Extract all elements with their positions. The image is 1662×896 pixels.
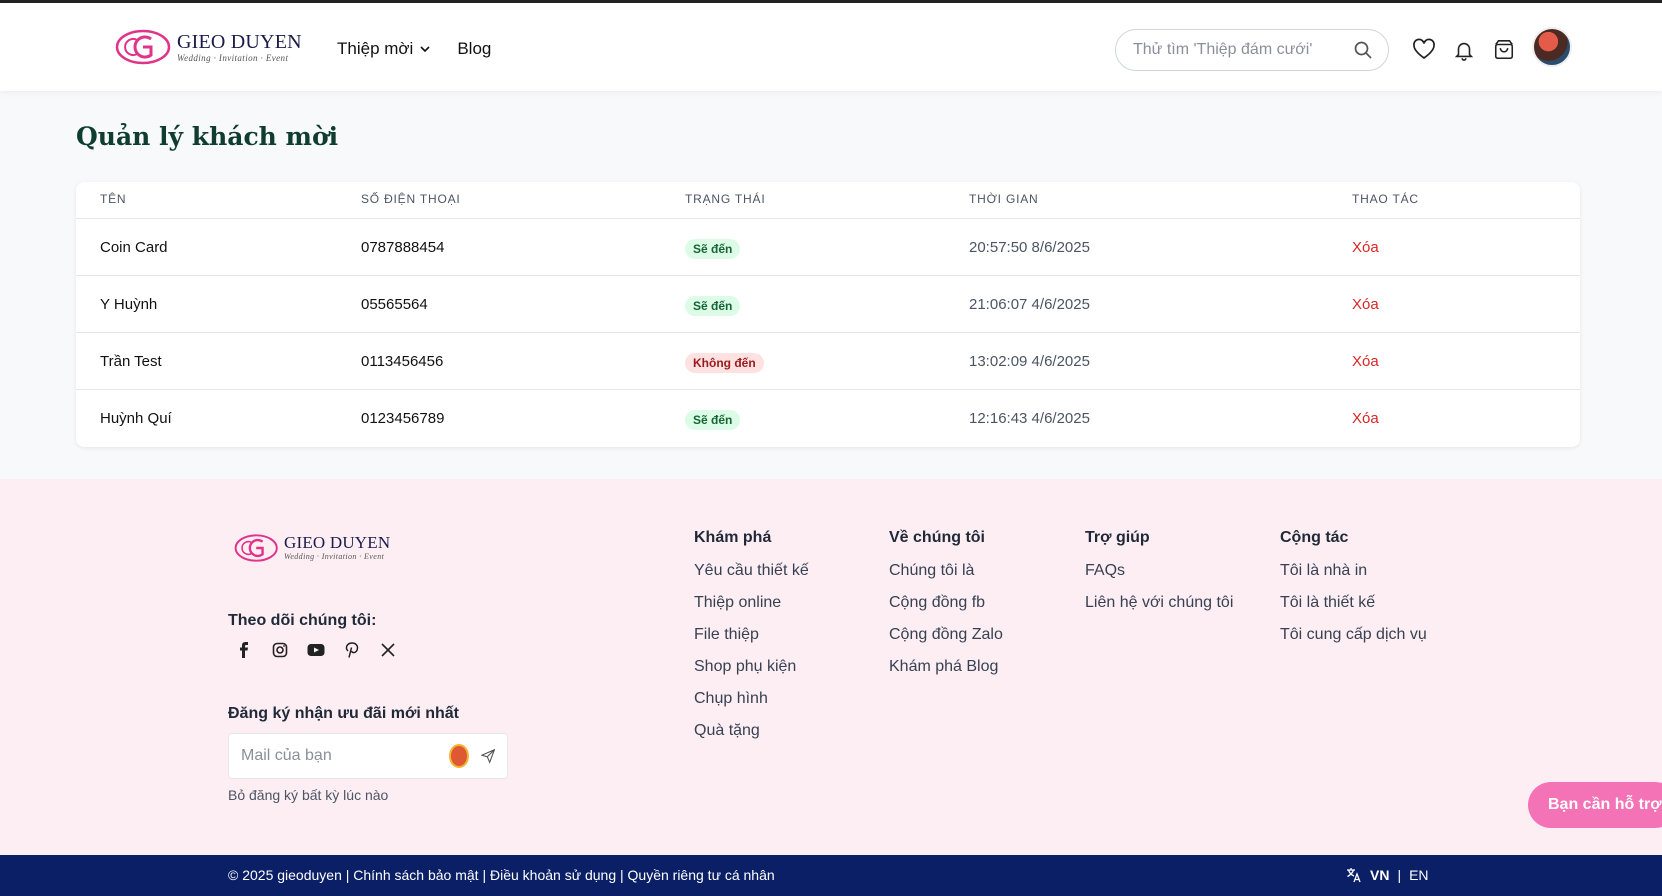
table-header: TÊN SỐ ĐIỆN THOẠI TRẠNG THÁI THỜI GIAN T… [76, 182, 1580, 219]
guest-time: 21:06:07 4/6/2025 [969, 296, 1090, 313]
guest-time: 12:16:43 4/6/2025 [969, 410, 1090, 427]
footer-column-title: Về chúng tôi [889, 529, 985, 546]
footer-link[interactable]: File thiệp [694, 625, 809, 645]
page-title: Quản lý khách mời [76, 122, 339, 151]
footer-link[interactable]: Liên hệ với chúng tôi [1085, 593, 1233, 613]
chevron-down-icon [420, 46, 430, 53]
footer-link[interactable]: Yêu cầu thiết kế [694, 561, 809, 581]
x-icon[interactable] [378, 640, 398, 660]
footer-link[interactable]: Khám phá Blog [889, 657, 1003, 677]
footer-logo[interactable]: GIEO DUYEN Wedding · Invitation · Event [234, 532, 390, 564]
heart-icon[interactable] [1411, 37, 1437, 63]
unsubscribe-hint: Bỏ đăng ký bất kỳ lúc nào [228, 787, 389, 803]
send-icon[interactable] [480, 747, 495, 765]
table-row: Coin Card 0787888454 Sẽ đến 20:57:50 8/6… [76, 219, 1580, 276]
nav-item-label: Blog [457, 39, 492, 58]
language-switcher: VN | EN [1346, 867, 1429, 883]
footer-column-help: Trợ giúp FAQs Liên hệ với chúng tôi [1085, 529, 1233, 625]
site-header: GIEO DUYEN Wedding · Invitation · Event … [0, 3, 1662, 91]
guest-phone: 0113456456 [361, 353, 444, 370]
footer-link[interactable]: Thiệp online [694, 593, 809, 613]
nav-item-invitations[interactable]: Thiệp mời [337, 39, 431, 59]
instagram-icon[interactable] [270, 640, 290, 660]
footer-link[interactable]: Tôi là nhà in [1280, 561, 1427, 581]
delete-button[interactable]: Xóa [1352, 239, 1379, 256]
delete-button[interactable]: Xóa [1352, 353, 1379, 370]
footer-column-title: Khám phá [694, 529, 772, 546]
follow-label: Theo dõi chúng tôi: [228, 612, 377, 629]
guest-time: 13:02:09 4/6/2025 [969, 353, 1090, 370]
brand-tagline: Wedding · Invitation · Event [177, 53, 289, 63]
status-badge: Không đến [685, 353, 764, 373]
brand-tagline: Wedding · Invitation · Event [284, 552, 385, 561]
guest-time: 20:57:50 8/6/2025 [969, 239, 1090, 256]
footer-column-partner: Cộng tác Tôi là nhà in Tôi là thiết kế T… [1280, 529, 1427, 657]
guest-name: Coin Card [100, 239, 168, 256]
column-header-status: TRẠNG THÁI [685, 192, 766, 206]
copyright-text: © 2025 gieoduyen | Chính sách bảo mật | … [228, 867, 775, 883]
footer-link[interactable]: FAQs [1085, 561, 1233, 581]
guest-phone: 0787888454 [361, 239, 445, 256]
social-links [234, 640, 398, 660]
footer-link[interactable]: Chụp hình [694, 689, 809, 709]
footer-link[interactable]: Cộng đồng Zalo [889, 625, 1003, 645]
table-row: Trần Test 0113456456 Không đến 13:02:09 … [76, 333, 1580, 390]
bell-icon[interactable] [1451, 37, 1477, 63]
lang-en[interactable]: EN [1409, 867, 1428, 883]
delete-button[interactable]: Xóa [1352, 296, 1379, 313]
guest-name: Huỳnh Quí [100, 410, 172, 427]
pinterest-icon[interactable] [342, 640, 362, 660]
shopping-bag-icon[interactable] [1491, 37, 1517, 63]
column-header-action: THAO TÁC [1352, 192, 1419, 206]
table-row: Huỳnh Quí 0123456789 Sẽ đến 12:16:43 4/6… [76, 390, 1580, 447]
footer-link[interactable]: Quà tặng [694, 721, 809, 741]
guest-name: Y Huỳnh [100, 296, 158, 313]
site-footer: GIEO DUYEN Wedding · Invitation · Event … [0, 479, 1662, 855]
brand-name: GIEO DUYEN [284, 533, 391, 552]
guest-name: Trần Test [100, 353, 162, 370]
logo-mark-icon [115, 29, 171, 65]
support-chat-button[interactable]: Bạn cần hỗ trợ? [1528, 782, 1662, 828]
footer-link[interactable]: Tôi cung cấp dịch vụ [1280, 625, 1427, 645]
facebook-icon[interactable] [234, 640, 254, 660]
table-row: Y Huỳnh 05565564 Sẽ đến 21:06:07 4/6/202… [76, 276, 1580, 333]
footer-link[interactable]: Cộng đồng fb [889, 593, 1003, 613]
email-field[interactable] [241, 747, 441, 765]
main-nav: Thiệp mời Blog [337, 39, 491, 59]
lang-vn[interactable]: VN [1370, 867, 1389, 883]
avatar[interactable] [1532, 27, 1572, 67]
lang-separator: | [1397, 867, 1402, 883]
column-header-name: TÊN [100, 192, 127, 206]
brand-logo[interactable]: GIEO DUYEN Wedding · Invitation · Event [115, 27, 302, 67]
search-input[interactable] [1133, 41, 1353, 59]
search-icon[interactable] [1353, 40, 1373, 60]
subscribe-box [228, 733, 508, 779]
footer-link[interactable]: Chúng tôi là [889, 561, 1003, 581]
nav-item-blog[interactable]: Blog [457, 39, 491, 59]
status-badge: Sẽ đến [685, 410, 741, 430]
brand-name: GIEO DUYEN [177, 31, 302, 53]
guest-phone: 05565564 [361, 296, 428, 313]
youtube-icon[interactable] [306, 640, 326, 660]
column-header-time: THỜI GIAN [969, 192, 1039, 206]
subscribe-label: Đăng ký nhận ưu đãi mới nhất [228, 705, 459, 722]
bottom-bar: © 2025 gieoduyen | Chính sách bảo mật | … [0, 855, 1662, 896]
footer-link[interactable]: Shop phụ kiện [694, 657, 809, 677]
status-badge: Sẽ đến [685, 296, 741, 316]
footer-column-title: Cộng tác [1280, 529, 1349, 546]
footer-column-about: Về chúng tôi Chúng tôi là Cộng đồng fb C… [889, 529, 1003, 689]
footer-column-title: Trợ giúp [1085, 529, 1150, 546]
column-header-phone: SỐ ĐIỆN THOẠI [361, 192, 461, 206]
footer-link[interactable]: Tôi là thiết kế [1280, 593, 1427, 613]
translate-icon [1347, 868, 1361, 883]
logo-mark-icon [234, 534, 278, 562]
footer-column-explore: Khám phá Yêu cầu thiết kế Thiệp online F… [694, 529, 809, 753]
duckduckgo-icon[interactable] [449, 744, 469, 768]
guest-table: TÊN SỐ ĐIỆN THOẠI TRẠNG THÁI THỜI GIAN T… [76, 182, 1580, 447]
guest-phone: 0123456789 [361, 410, 445, 427]
delete-button[interactable]: Xóa [1352, 410, 1379, 427]
status-badge: Sẽ đến [685, 239, 741, 259]
nav-item-label: Thiệp mời [337, 39, 414, 58]
search-box [1115, 29, 1389, 71]
